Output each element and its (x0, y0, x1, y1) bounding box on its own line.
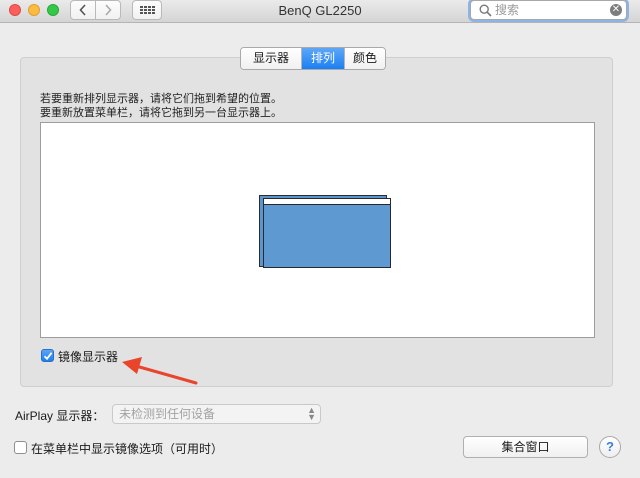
airplay-label: AirPlay 显示器： (15, 409, 105, 423)
help-button[interactable]: ? (599, 436, 621, 458)
select-chevron-icon: ▲ ▼ (307, 405, 316, 422)
annotation-arrow-icon (122, 357, 198, 385)
search-input[interactable] (495, 2, 605, 18)
menubar-indicator[interactable] (264, 199, 390, 205)
tab-arrangement[interactable]: 排列 (302, 48, 345, 69)
mirror-displays-label[interactable]: 镜像显示器 (58, 348, 118, 365)
checkmark-icon (43, 352, 53, 361)
title-bar: BenQ GL2250 ✕ (0, 0, 640, 23)
airplay-display-select[interactable]: 未检测到任何设备 ▲ ▼ (112, 404, 321, 424)
search-icon (479, 4, 492, 17)
mirror-displays-checkbox[interactable] (41, 349, 54, 362)
show-mirroring-options-checkbox[interactable] (14, 441, 27, 454)
gather-windows-button[interactable]: 集合窗口 (463, 436, 588, 458)
segmented-tabs: 显示器 排列 颜色 (240, 47, 386, 70)
tab-color[interactable]: 颜色 (345, 48, 385, 69)
show-mirroring-options-label[interactable]: 在菜单栏中显示镜像选项（可用时） (31, 440, 223, 457)
tab-display[interactable]: 显示器 (241, 48, 302, 69)
display-thumbnail-primary[interactable] (263, 198, 391, 268)
airplay-selected-value: 未检测到任何设备 (119, 407, 216, 421)
clear-search-icon[interactable]: ✕ (610, 4, 622, 16)
search-field[interactable]: ✕ (470, 0, 627, 20)
instruction-menubar: 要重新放置菜单栏，请将它拖到另一台显示器上。 (40, 107, 282, 119)
